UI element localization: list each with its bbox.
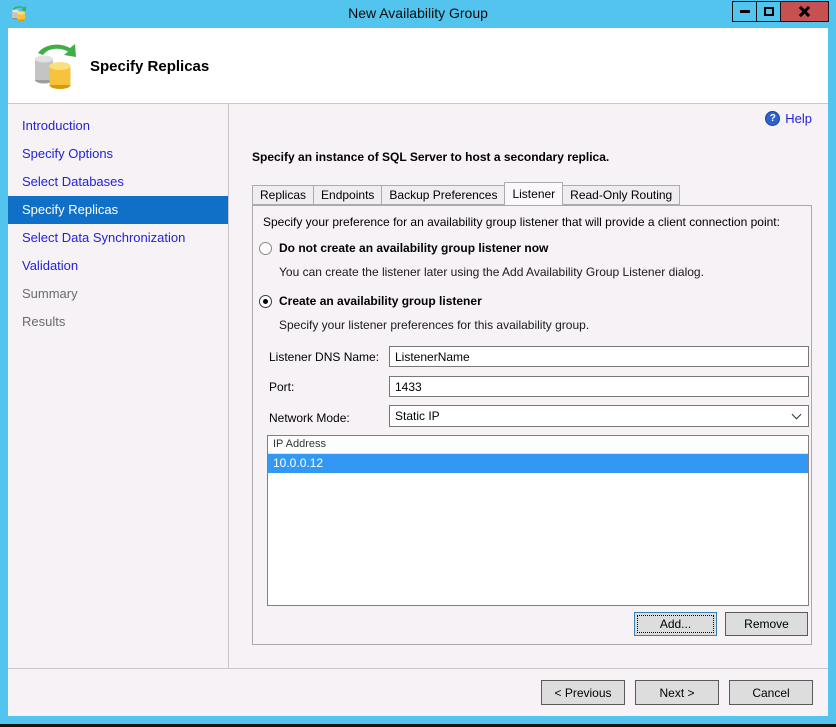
footer-buttons: < Previous Next > Cancel — [541, 680, 813, 705]
ip-address-list[interactable]: IP Address 10.0.0.12 — [267, 435, 809, 606]
sidebar-item-validation[interactable]: Validation — [8, 252, 228, 280]
sidebar-item-specify-options[interactable]: Specify Options — [8, 140, 228, 168]
minimize-icon — [739, 10, 750, 13]
network-mode-value: Static IP — [395, 409, 440, 423]
tab-replicas[interactable]: Replicas — [252, 185, 314, 205]
help-label: Help — [785, 111, 812, 126]
remove-button[interactable]: Remove — [725, 612, 808, 636]
dialog-surface: Specify Replicas Introduction Specify Op… — [8, 28, 828, 716]
wizard-header: Specify Replicas — [8, 28, 828, 104]
add-button[interactable]: Add... — [634, 612, 717, 636]
help-question-icon: ? — [765, 111, 781, 126]
tab-backup-preferences[interactable]: Backup Preferences — [381, 185, 505, 205]
listener-preference-text: Specify your preference for an availabil… — [263, 215, 780, 229]
page-title: Specify Replicas — [90, 58, 210, 75]
next-button[interactable]: Next > — [635, 680, 719, 705]
close-icon — [798, 5, 811, 18]
ip-address-column-header: IP Address — [268, 436, 808, 454]
network-mode-dropdown[interactable]: Static IP — [389, 405, 809, 427]
tab-listener[interactable]: Listener — [504, 182, 564, 205]
no-listener-description: You can create the listener later using … — [279, 265, 704, 279]
radio-create-listener[interactable] — [259, 295, 272, 308]
wizard-steps-sidebar: Introduction Specify Options Select Data… — [8, 104, 229, 668]
radio-create-listener-label[interactable]: Create an availability group listener — [279, 294, 482, 308]
cancel-button[interactable]: Cancel — [729, 680, 813, 705]
replica-tabs: Replicas Endpoints Backup Preferences Li… — [252, 182, 681, 205]
wizard-footer: < Previous Next > Cancel — [8, 668, 828, 716]
window-controls — [732, 1, 829, 22]
maximize-button[interactable] — [756, 1, 780, 22]
maximize-icon — [763, 7, 774, 16]
radio-no-listener[interactable] — [259, 242, 272, 255]
sidebar-item-specify-replicas[interactable]: Specify Replicas — [8, 196, 228, 224]
network-mode-label: Network Mode: — [269, 411, 350, 425]
tab-endpoints[interactable]: Endpoints — [313, 185, 382, 205]
minimize-button[interactable] — [732, 1, 756, 22]
sidebar-item-introduction[interactable]: Introduction — [8, 112, 228, 140]
sidebar-item-select-data-synchronization[interactable]: Select Data Synchronization — [8, 224, 228, 252]
port-label: Port: — [269, 380, 295, 394]
radio-no-listener-label[interactable]: Do not create an availability group list… — [279, 241, 548, 255]
chevron-down-icon — [791, 409, 802, 420]
close-button[interactable] — [780, 1, 829, 22]
listener-tab-panel: Specify your preference for an availabil… — [252, 205, 812, 645]
tab-read-only-routing[interactable]: Read-Only Routing — [563, 185, 681, 205]
replica-wizard-icon — [35, 44, 76, 89]
ip-address-row[interactable]: 10.0.0.12 — [268, 454, 808, 473]
titlebar[interactable]: New Availability Group — [0, 0, 836, 28]
sidebar-item-select-databases[interactable]: Select Databases — [8, 168, 228, 196]
new-availability-group-window: New Availability Group Specify Replicas … — [0, 0, 836, 727]
instruction-text: Specify an instance of SQL Server to hos… — [252, 150, 610, 164]
dns-name-input[interactable] — [389, 346, 809, 367]
port-input[interactable] — [389, 376, 809, 397]
wizard-content: ? Help Specify an instance of SQL Server… — [230, 104, 828, 668]
sidebar-item-results: Results — [22, 314, 66, 329]
help-link[interactable]: ? Help — [765, 111, 812, 126]
sidebar-item-summary: Summary — [22, 286, 78, 301]
window-title: New Availability Group — [348, 5, 488, 21]
dns-name-label: Listener DNS Name: — [269, 350, 380, 364]
create-listener-description: Specify your listener preferences for th… — [279, 318, 590, 332]
previous-button[interactable]: < Previous — [541, 680, 625, 705]
